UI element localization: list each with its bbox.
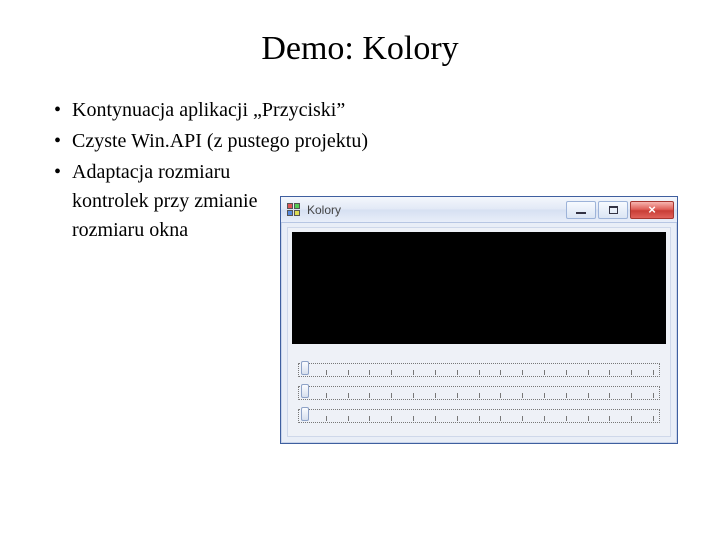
color-preview-panel [292,232,666,344]
slider-red[interactable] [298,360,660,380]
slider-thumb[interactable] [301,384,309,398]
client-area [287,227,671,437]
app-icon [287,203,301,217]
sliders-container [292,354,666,432]
slide-title: Demo: Kolory [48,30,672,68]
titlebar[interactable]: Kolory × [281,197,677,223]
app-window: Kolory × [280,196,678,444]
slider-green[interactable] [298,383,660,403]
close-button[interactable]: × [630,201,674,219]
bullet-item: Kontynuacja aplikacji „Przyciski” [54,96,672,125]
slider-thumb[interactable] [301,361,309,375]
window-buttons: × [566,201,675,219]
slider-blue[interactable] [298,406,660,426]
bullet-item: Czyste Win.API (z pustego projektu) [54,127,672,156]
window-title: Kolory [307,203,341,217]
bullet-item: Adaptacja rozmiaru kontrolek przy zmiani… [54,158,294,245]
slider-thumb[interactable] [301,407,309,421]
maximize-button[interactable] [598,201,628,219]
minimize-button[interactable] [566,201,596,219]
